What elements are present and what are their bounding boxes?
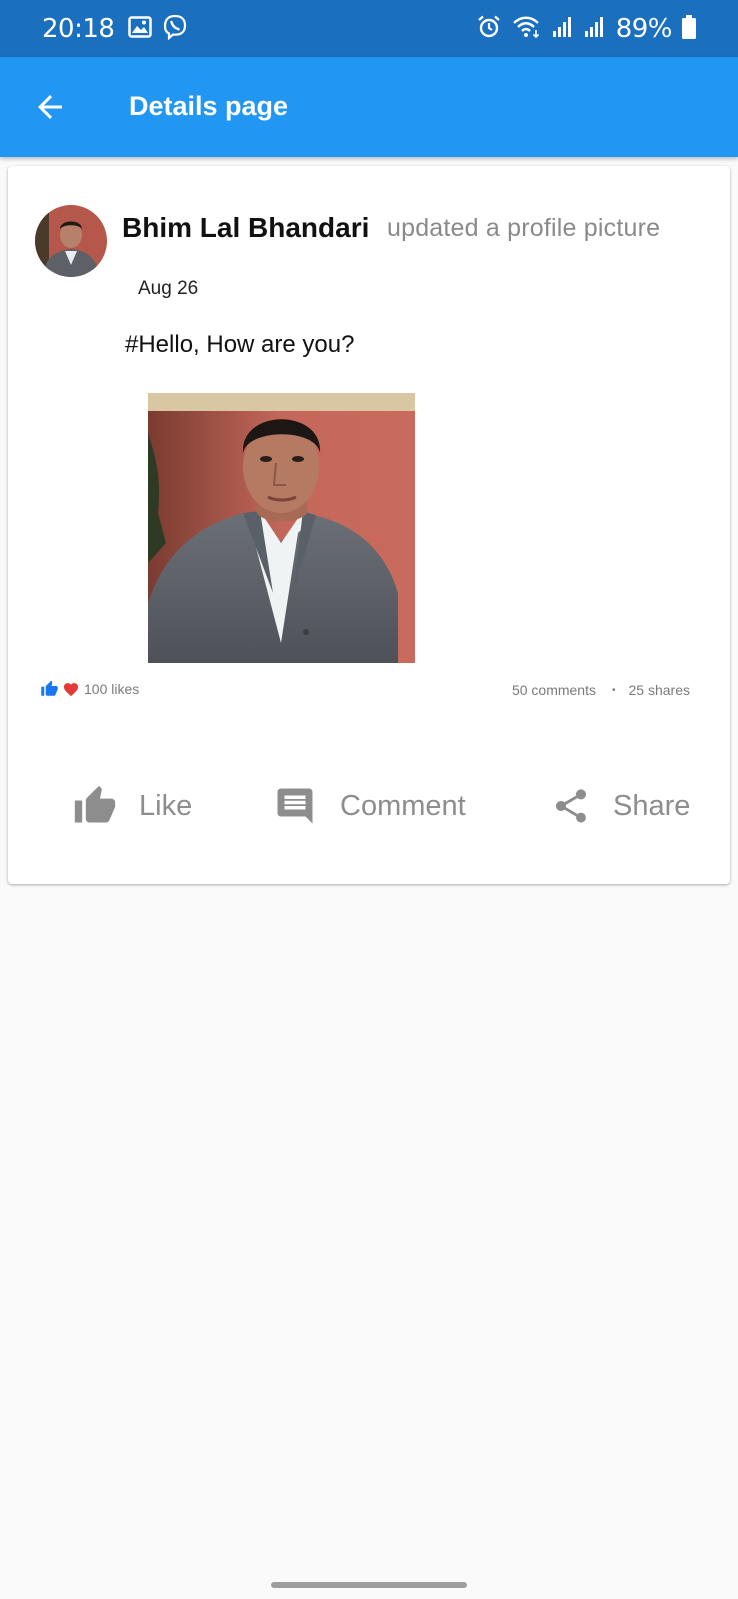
thumb-up-icon xyxy=(74,785,116,823)
gallery-icon xyxy=(128,15,153,42)
comment-icon xyxy=(277,788,313,824)
page-title: Details page xyxy=(129,91,289,121)
share-icon xyxy=(556,789,586,823)
wifi-icon xyxy=(512,15,542,43)
engagement-summary: 50 comments • 25 shares xyxy=(512,682,690,698)
like-reaction-icon xyxy=(41,680,58,696)
status-bar: 20:18 89% xyxy=(0,0,738,57)
like-button[interactable]: Like xyxy=(73,781,192,831)
post-text: #Hello, How are you? xyxy=(125,331,355,358)
likes-count: 100 likes xyxy=(84,681,140,697)
gesture-nav-handle[interactable] xyxy=(271,1582,467,1588)
signal-icon xyxy=(552,16,574,42)
comment-button[interactable]: Comment xyxy=(274,781,466,831)
back-button[interactable] xyxy=(32,89,68,125)
comment-label: Comment xyxy=(340,789,466,822)
post-photo[interactable] xyxy=(148,393,415,663)
battery-icon xyxy=(682,14,696,43)
separator-dot: • xyxy=(612,684,616,696)
battery-percent: 89% xyxy=(615,13,673,44)
heart-reaction-icon xyxy=(63,682,79,696)
alarm-icon xyxy=(476,14,502,44)
share-button[interactable]: Share xyxy=(551,781,690,831)
like-label: Like xyxy=(139,789,193,822)
post-actions: Like Comment Share xyxy=(8,781,730,831)
post-action-text: updated a profile picture xyxy=(387,214,661,242)
author-name[interactable]: Bhim Lal Bhandari xyxy=(122,212,369,244)
shares-count[interactable]: 25 shares xyxy=(629,682,690,698)
signal-icon xyxy=(584,16,606,42)
viber-icon xyxy=(162,14,188,44)
status-time: 20:18 xyxy=(42,13,115,44)
likes-summary[interactable]: 100 likes xyxy=(40,680,139,698)
avatar[interactable] xyxy=(35,205,107,277)
post-date: Aug 26 xyxy=(138,278,199,299)
post-card: Bhim Lal Bhandari updated a profile pict… xyxy=(8,166,730,884)
comments-count[interactable]: 50 comments xyxy=(512,682,596,698)
app-bar: Details page xyxy=(0,57,738,157)
arrow-back-icon xyxy=(38,95,62,119)
share-label: Share xyxy=(613,789,691,822)
